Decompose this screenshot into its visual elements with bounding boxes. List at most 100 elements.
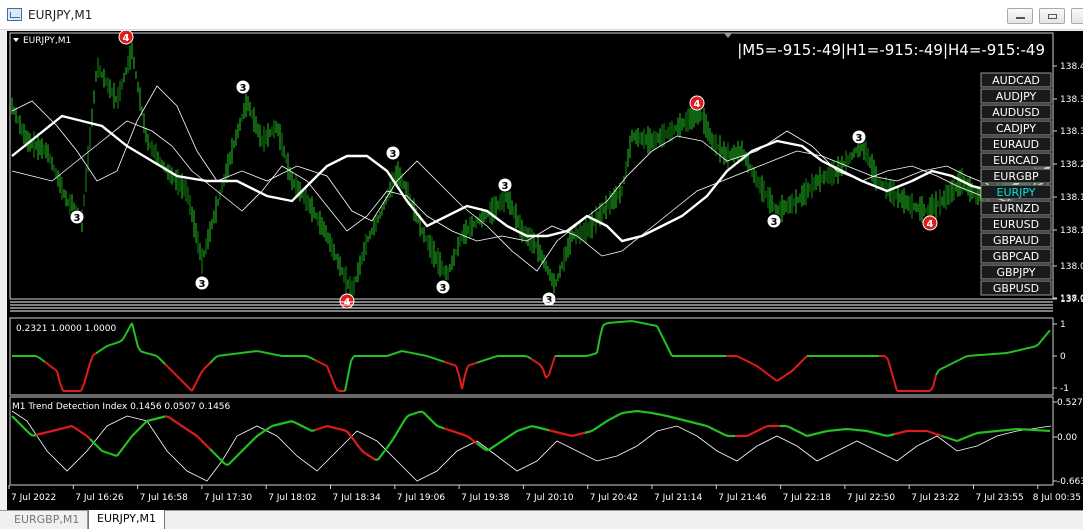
signal-marker-3: 3 <box>386 146 400 160</box>
indicator1-segment <box>198 373 201 379</box>
indicator2-segment <box>438 426 441 427</box>
indicator2-segment <box>57 429 60 430</box>
indicator2-tick-label: 0.00 <box>1057 433 1077 443</box>
indicator2-segment <box>798 432 801 434</box>
indicator2-segment <box>762 427 765 429</box>
symbol-button-gbpusd[interactable]: GBPUSD <box>981 281 1051 295</box>
indicator2-segment <box>756 430 759 432</box>
time-tick-label: 7 Jul 23:55 <box>976 493 1024 503</box>
indicator2-segment <box>309 430 312 432</box>
symbol-button-gbpcad[interactable]: GBPCAD <box>981 249 1051 263</box>
indicator1-segment <box>753 364 756 366</box>
indicator1-segment <box>420 355 423 356</box>
indicator2-segment <box>126 440 129 444</box>
indicator1-segment <box>93 353 96 355</box>
indicator1-segment <box>750 363 753 365</box>
indicator1-segment <box>315 360 318 362</box>
indicator2-segment <box>804 435 807 437</box>
indicator1-segment <box>744 360 747 362</box>
indicator1-segment <box>933 375 936 387</box>
indicator1-segment <box>534 361 537 363</box>
indicator1-segment <box>276 355 279 356</box>
indicator2-segment <box>813 434 816 435</box>
indicator2-segment <box>399 424 402 429</box>
restore-button[interactable] <box>1039 8 1065 24</box>
indicator2-segment <box>354 440 357 444</box>
indicator2-segment <box>654 413 657 414</box>
indicator2-segment <box>666 416 669 417</box>
chart-canvas[interactable]: 3433433334334 EURJPY,M1 |M5=-915:-49|H1=… <box>7 31 1083 510</box>
indicator2-segment <box>582 433 585 434</box>
indicator1-segment <box>207 363 210 366</box>
symbol-button-audcad[interactable]: AUDCAD <box>981 73 1051 87</box>
indicator1-segment <box>162 361 165 364</box>
indicator2-segment <box>588 431 591 432</box>
chart-area[interactable]: 3433433334334 EURJPY,M1 |M5=-915:-49|H1=… <box>7 31 1083 510</box>
marker-label: 3 <box>74 213 81 224</box>
symbol-button-gbpjpy[interactable]: GBPJPY <box>981 265 1051 279</box>
indicator2-segment <box>240 450 243 453</box>
indicator1-segment <box>1029 347 1032 348</box>
indicator1-segment <box>930 387 933 391</box>
time-tick-label: 7 Jul 16:26 <box>75 493 124 503</box>
indicator2-segment <box>138 427 141 430</box>
indicator1-segment <box>264 352 267 353</box>
price-tick-label: 138.3 <box>1060 95 1083 105</box>
indicator1-segment <box>1017 350 1020 351</box>
indicator1-segment <box>1038 341 1041 345</box>
indicator2-segment <box>930 432 933 433</box>
indicator2-segment <box>891 434 894 435</box>
indicator2-segment <box>453 431 456 432</box>
symbol-button-euraud[interactable]: EURAUD <box>981 137 1051 151</box>
indicator1-segment <box>210 360 213 363</box>
indicator2-segment <box>450 430 453 431</box>
indicator2-segment <box>171 419 174 421</box>
indicator2-segment <box>498 442 501 444</box>
minimize-button[interactable] <box>1007 8 1033 24</box>
symbol-button-eurusd[interactable]: EURUSD <box>981 217 1051 231</box>
indicator2-segment <box>63 428 66 429</box>
indicator2-segment <box>417 412 420 413</box>
indicator2-segment <box>405 416 408 420</box>
indicator1-segment <box>756 366 759 368</box>
close-button[interactable] <box>1071 8 1083 24</box>
indicator2-segment <box>246 444 249 447</box>
indicator2-segment <box>237 453 240 456</box>
minimize-icon <box>1016 17 1025 19</box>
indicator1-segment <box>258 351 261 352</box>
indicator1-segment <box>891 370 894 381</box>
indicator2-segment <box>141 424 144 427</box>
indicator2-segment <box>975 433 978 434</box>
symbol-button-cadjpy[interactable]: CADJPY <box>981 121 1051 135</box>
indicator2-segment <box>504 438 507 440</box>
signal-marker-3: 3 <box>498 178 512 192</box>
indicator1-segment <box>747 361 750 363</box>
indicator1-lines <box>12 321 1050 391</box>
indicator2-segment <box>393 434 396 439</box>
indicator2-segment <box>489 448 492 450</box>
indicator2-segment <box>519 429 522 430</box>
symbol-button-audjpy[interactable]: AUDJPY <box>981 89 1051 103</box>
symbol-button-eurcad[interactable]: EURCAD <box>981 153 1051 167</box>
indicator2-segment <box>492 446 495 448</box>
indicator2-segment <box>441 427 444 428</box>
indicator2-segment <box>330 427 333 428</box>
symbol-button-gbpaud[interactable]: GBPAUD <box>981 233 1051 247</box>
indicator2-segment <box>222 461 225 464</box>
indicator2-segment <box>369 456 372 458</box>
symbol-button-eurgbp[interactable]: EURGBP <box>981 169 1051 183</box>
tab-eurjpy[interactable]: EURJPY,M1 <box>88 510 165 529</box>
indicator1-segment <box>801 359 804 362</box>
indicator1-segment <box>144 352 147 353</box>
symbol-button-eurjpy[interactable]: EURJPY <box>981 185 1051 199</box>
indicator2-segment <box>480 446 483 448</box>
signal-marker-3: 3 <box>542 292 556 306</box>
symbol-button-eurnzd[interactable]: EURNZD <box>981 201 1051 215</box>
indicator2-segment <box>321 427 324 428</box>
indicator1-segment <box>633 321 636 322</box>
indicator2-segment <box>120 448 123 452</box>
symbol-button-audusd[interactable]: AUDUSD <box>981 105 1051 119</box>
tab-eurgbp[interactable]: EURGBP,M1 <box>6 511 88 529</box>
chart-menu-icon[interactable] <box>13 38 19 42</box>
indicator1-segment <box>120 339 123 341</box>
